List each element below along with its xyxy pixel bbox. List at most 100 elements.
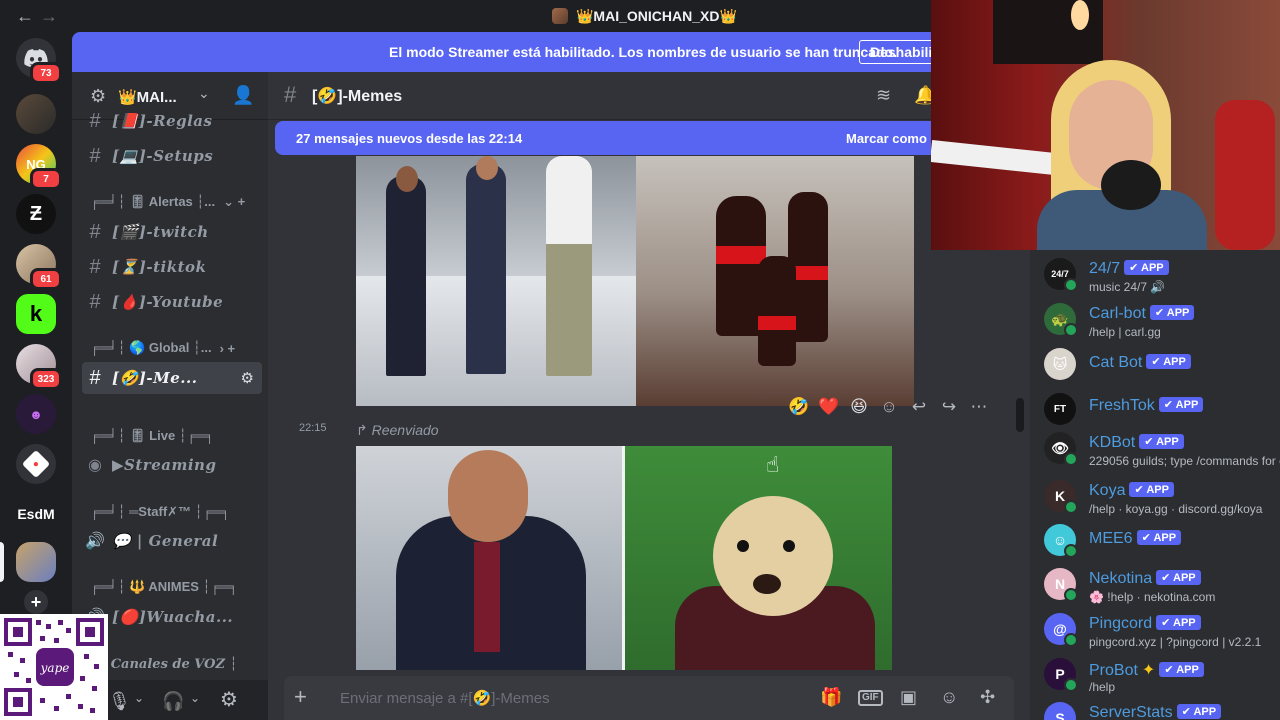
category-animes[interactable]: ╒═╛┆ 🔱 ANIMES ┆╒═╕: [90, 575, 262, 599]
category-alertas[interactable]: ╒═╛┆ 🎚 Alertas ┆... ⌄ +: [90, 190, 262, 214]
headphones-icon[interactable]: 🎧: [162, 692, 184, 710]
reaction-laughing[interactable]: 😆: [846, 394, 872, 420]
microphone-icon[interactable]: 🎙: [108, 692, 131, 710]
dice-icon: ●: [21, 449, 51, 479]
channel-settings-icon[interactable]: ⚙: [241, 369, 254, 387]
user-settings-gear-icon[interactable]: ⚙: [220, 690, 238, 710]
channel-reglas[interactable]: # [📕]-Reglas: [82, 112, 262, 130]
speaker-icon: 🔊: [85, 533, 105, 550]
gif-icon[interactable]: GIF: [858, 690, 883, 706]
banner-text: El modo Streamer está habilitado. Los no…: [389, 44, 897, 60]
server-icon[interactable]: ☻: [16, 394, 56, 434]
member-24-7[interactable]: 24/7 24/7 ✔ APP music 24/7 🔊: [1044, 254, 1280, 298]
server-icon-esdm[interactable]: EsdM: [16, 494, 56, 534]
forward-icon[interactable]: ↪: [936, 394, 962, 420]
forwarded-label: ↱ Reenviado: [356, 422, 439, 439]
reaction-rofl[interactable]: 🤣: [786, 394, 812, 420]
forwarded-text: Reenviado: [371, 422, 439, 438]
online-status-icon: [1064, 544, 1078, 558]
add-server-icon[interactable]: +: [24, 590, 48, 614]
member-name: 24/7: [1089, 260, 1121, 277]
channel-memes-selected[interactable]: # [🤣]-Me... ⚙: [82, 362, 262, 394]
member-status-text: /help: [1089, 680, 1116, 694]
gift-icon[interactable]: 🎁: [820, 688, 842, 706]
member-status-text: 229056 guilds; type /commands for c: [1089, 454, 1280, 468]
app-badge: ✔ APP: [1176, 704, 1222, 719]
add-reaction-icon[interactable]: ☺: [876, 394, 902, 420]
channel-wuacha[interactable]: 🔊[🔴]Wuacha...: [82, 601, 262, 633]
category-live[interactable]: ╒═╛┆ 🎚 Live ┆╒═╕: [90, 424, 262, 448]
member-cat-bot[interactable]: 🐱 Cat Bot ✔ APP: [1044, 344, 1280, 388]
category-staff[interactable]: ╒═╛┆ ═Staff✗™ ┆╒═╕: [90, 500, 262, 524]
online-status-icon: [1064, 278, 1078, 292]
apps-icon[interactable]: ✣: [980, 688, 995, 706]
member-koya[interactable]: K Koya ✔ APP/help · koya.gg · discord.gg/k…: [1044, 476, 1280, 520]
hash-icon: #: [284, 82, 297, 107]
channel-streaming[interactable]: ◉ ▶Streaming: [82, 449, 262, 481]
server-icon-ng[interactable]: NG 7: [16, 144, 62, 190]
channel-setups[interactable]: # [💻]-Setups: [82, 140, 262, 172]
scrollbar-thumb[interactable]: [1016, 398, 1024, 432]
reaction-heart[interactable]: ❤️: [816, 394, 842, 420]
meme-image-politicians[interactable]: [356, 156, 636, 406]
channel-twitch[interactable]: # [🎬]-twitch: [82, 216, 262, 248]
member-name: Koya: [1089, 482, 1126, 499]
server-icon-selected[interactable]: [16, 542, 56, 582]
chevron-down-icon[interactable]: ⌄: [190, 692, 200, 704]
mark-as-read-button[interactable]: Marcar como: [846, 131, 927, 146]
member-name: Nekotina: [1089, 570, 1153, 587]
meme-image-dog[interactable]: [625, 446, 892, 670]
app-badge: ✔ APP: [1129, 482, 1174, 497]
direct-messages-button[interactable]: 73: [16, 38, 62, 84]
avatar-label: 🐱: [1052, 355, 1068, 372]
channel-label: [🔴]Wuacha...: [112, 608, 234, 626]
meme-image-coca-cola[interactable]: [636, 156, 914, 406]
discord-window: ← → 👑MAI_ONICHAN_XD👑 73 NG 7 Ƶ 61 k 323 ☻…: [0, 0, 1280, 720]
member-probot[interactable]: P ProBot ✦ ✔ APP/help: [1044, 654, 1280, 698]
new-messages-text: 27 mensajes nuevos desde las 22:14: [296, 131, 523, 146]
message-composer: + 🎁 GIF ▣ ☺ ✣: [284, 676, 1014, 720]
member-freshtok[interactable]: FT FreshTok ✔ APP: [1044, 389, 1280, 433]
category-global[interactable]: ╒═╛┆ 🌎 Global ┆... › +: [90, 336, 262, 360]
new-messages-bar[interactable]: 27 mensajes nuevos desde las 22:14 Marca…: [275, 121, 931, 155]
app-badge: ✔ APP: [1156, 615, 1201, 630]
server-icon[interactable]: Ƶ: [16, 194, 56, 234]
member-nekotina[interactable]: N Nekotina ✔ APP 🌸 !help · nekotina.com: [1044, 564, 1280, 608]
attach-plus-icon[interactable]: +: [294, 686, 307, 708]
invite-user-icon[interactable]: 👤: [232, 86, 254, 104]
reply-icon[interactable]: ↩: [906, 394, 932, 420]
settings-gear-icon[interactable]: ⚙: [90, 87, 106, 105]
server-icon[interactable]: ●: [16, 444, 56, 484]
server-icon[interactable]: 323: [16, 344, 62, 390]
emoji-icon[interactable]: ☺: [940, 688, 958, 706]
member-serverstats[interactable]: S ServerStats ✔ APP: [1044, 698, 1280, 720]
server-icon[interactable]: [16, 94, 56, 134]
member-status-text: music 24/7 🔊: [1089, 280, 1166, 294]
z-logo-icon: Ƶ: [29, 202, 43, 225]
member-pingcord[interactable]: @ Pingcord ✔ APP pingcord.xyz | ?pingcord |…: [1044, 609, 1280, 653]
member-carl-bot[interactable]: 🐢 Carl-bot ✔ APP/help | carl.gg: [1044, 299, 1280, 343]
channel-tiktok[interactable]: # [⏳]-tiktok: [82, 251, 262, 283]
channel-youtube[interactable]: # [🩸]-Youtube: [82, 286, 262, 318]
member-mee6[interactable]: ☺ MEE6 ✔ APP: [1044, 520, 1280, 564]
back-arrow-icon[interactable]: ←: [16, 6, 34, 27]
unread-badge: 323: [30, 368, 62, 390]
forward-arrow-icon[interactable]: →: [40, 6, 58, 27]
qr-code-image: yape: [4, 618, 104, 716]
sticker-icon[interactable]: ▣: [900, 688, 917, 706]
server-icon[interactable]: 61: [16, 244, 62, 290]
channel-general[interactable]: 🔊 💬 | General: [82, 525, 262, 557]
server-icon-kick[interactable]: k: [16, 294, 56, 334]
member-kdbot[interactable]: 👁 KDBot ✔ APP 229056 guilds; type /commands…: [1044, 428, 1280, 472]
threads-icon[interactable]: ≋: [876, 86, 891, 104]
chevron-down-icon[interactable]: ⌄: [134, 692, 144, 704]
online-status-icon: [1064, 588, 1078, 602]
avatar: 24/7: [1044, 258, 1078, 292]
chevron-down-icon[interactable]: ⌄: [198, 86, 210, 100]
category-voz[interactable]: 🔇 Canales de VOZ ┆: [90, 652, 262, 676]
member-name: Cat Bot: [1089, 354, 1143, 371]
message-input[interactable]: [340, 688, 800, 708]
meme-image-man-smiling[interactable]: [356, 446, 622, 670]
more-options-icon[interactable]: ⋯: [966, 394, 992, 420]
mascot-icon: ☻: [29, 406, 43, 422]
